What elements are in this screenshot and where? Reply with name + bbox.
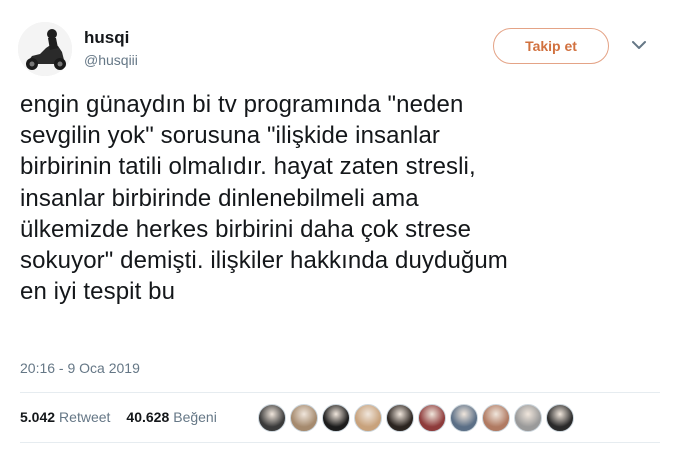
liker-avatars <box>258 404 578 432</box>
divider <box>20 442 660 443</box>
follow-button[interactable]: Takip et <box>493 28 609 64</box>
user-avatar-icon[interactable] <box>258 404 286 432</box>
retweet-stat[interactable]: 5.042 Retweet <box>20 409 110 425</box>
user-avatar-icon[interactable] <box>386 404 414 432</box>
divider <box>20 392 660 393</box>
user-avatar-icon[interactable] <box>322 404 350 432</box>
retweet-count: 5.042 <box>20 409 56 425</box>
tweet-text-line: engin günaydın bi tv programında "neden <box>20 91 464 118</box>
like-count: 40.628 <box>126 409 170 425</box>
user-avatar-icon[interactable] <box>450 404 478 432</box>
tweet-text-line: sevgilin yok" sorusuna "ilişkide insanla… <box>20 122 440 150</box>
user-avatar-icon[interactable] <box>482 404 510 432</box>
retweet-label: Retweet <box>59 409 111 425</box>
tweet-text-line: birbirinin tatili olmalıdır. hayat zaten… <box>20 153 476 181</box>
author-handle[interactable]: @husqiii <box>84 52 138 68</box>
tweet-text: engin günaydın bi tv programında "neden … <box>20 89 660 307</box>
author-name[interactable]: husqi <box>84 28 129 48</box>
user-avatar-icon[interactable] <box>354 404 382 432</box>
user-avatar-icon[interactable] <box>418 404 446 432</box>
tweet-stats: 5.042 Retweet 40.628 Beğeni <box>20 402 233 432</box>
tweet-timestamp[interactable]: 20:16 - 9 Oca 2019 <box>20 360 140 376</box>
tweet-text-line: en iyi tespit bu <box>20 278 176 306</box>
motorcycle-rider-icon <box>18 22 72 76</box>
profile-avatar[interactable] <box>18 22 72 76</box>
user-avatar-icon[interactable] <box>290 404 318 432</box>
tweet-text-line: ülkemizde herkes birbirini daha çok stre… <box>20 215 472 243</box>
like-label: Beğeni <box>173 409 217 425</box>
chevron-down-icon[interactable] <box>630 38 648 52</box>
tweet-text-line: insanlar birbirinde dinlenebilmeli ama <box>20 184 419 212</box>
like-stat[interactable]: 40.628 Beğeni <box>126 409 216 425</box>
tweet-header: husqi @husqiii Takip et <box>18 20 663 76</box>
tweet-text-line: sokuyor" demişti. ilişkiler hakkında duy… <box>20 247 508 275</box>
user-avatar-icon[interactable] <box>514 404 542 432</box>
user-avatar-icon[interactable] <box>546 404 574 432</box>
